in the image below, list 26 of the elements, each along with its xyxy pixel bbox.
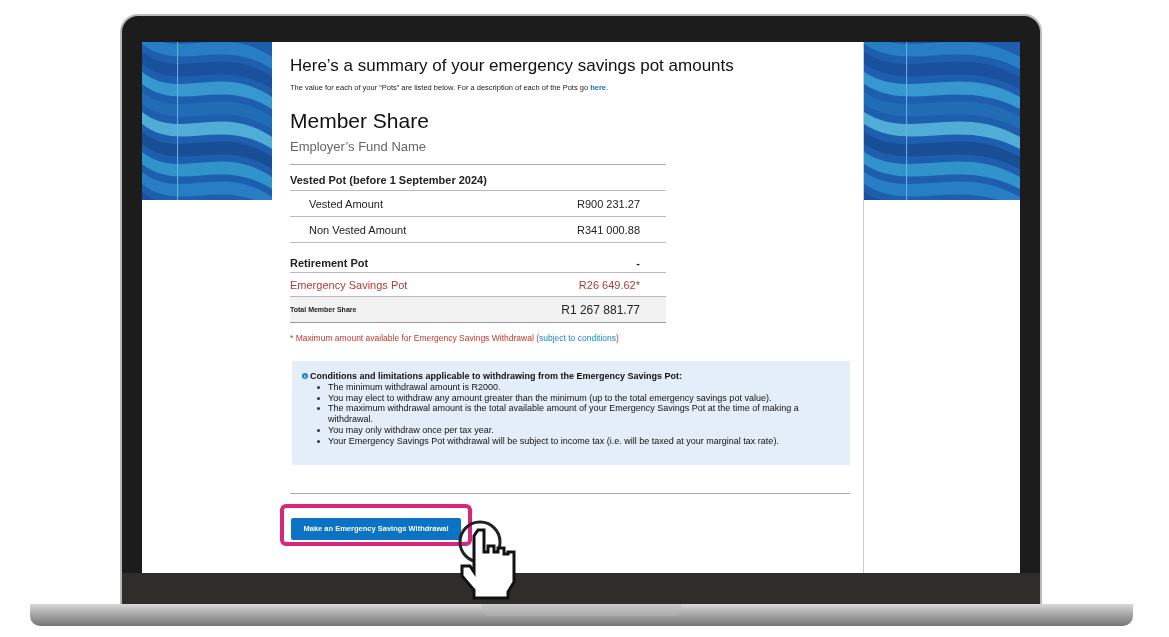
row-value: R26 649.62* <box>578 277 640 293</box>
page-heading: Here’s a summary of your emergency savings pot amounts <box>290 56 735 77</box>
row-value: R341 000.88 <box>577 222 640 238</box>
section-title: Member Share <box>290 107 430 133</box>
row-value: - <box>636 255 640 271</box>
row-value: R900 231.27 <box>577 196 640 212</box>
fund-name: Employer’s Fund Name <box>290 137 428 156</box>
row-label: Non Vested Amount <box>309 222 407 238</box>
condition-text: Your Emergency Savings Pot withdrawal will be subject to income tax (i.e. will be taxed at your marginal tax rate). <box>328 435 779 446</box>
info-icon <box>302 373 308 380</box>
footnote-text: * Maximum amount available for Emergency Savings Withdrawal (subject to conditions) <box>290 332 620 346</box>
condition-text: You may elect to withdraw any amount greater than the minimum (up to the total emergency savings pot value). <box>328 392 772 403</box>
bullet-icon <box>317 396 320 400</box>
bullet-icon <box>317 385 320 389</box>
bullet-icon <box>317 429 320 433</box>
row-label: Vested Pot (before 1 September 2024) <box>290 172 487 188</box>
condition-text: You may only withdraw once per tax year. <box>328 425 494 436</box>
conditions-title: Conditions and limitations applicable to withdrawing from the Emergency Savings Pot: <box>310 371 683 382</box>
row-label: Retirement Pot <box>290 255 369 271</box>
bullet-icon <box>317 407 320 411</box>
row-label: Emergency Savings Pot <box>290 277 408 293</box>
row-label: Vested Amount <box>309 196 383 212</box>
condition-text: The maximum withdrawal amount is the total available amount of your Emergency Savings Pot at the time of making a withdrawal. <box>328 403 799 425</box>
condition-text: The minimum withdrawal amount is R2000. <box>328 381 501 392</box>
row-value: R1 267 881.77 <box>561 301 640 319</box>
bullet-icon <box>317 439 320 443</box>
